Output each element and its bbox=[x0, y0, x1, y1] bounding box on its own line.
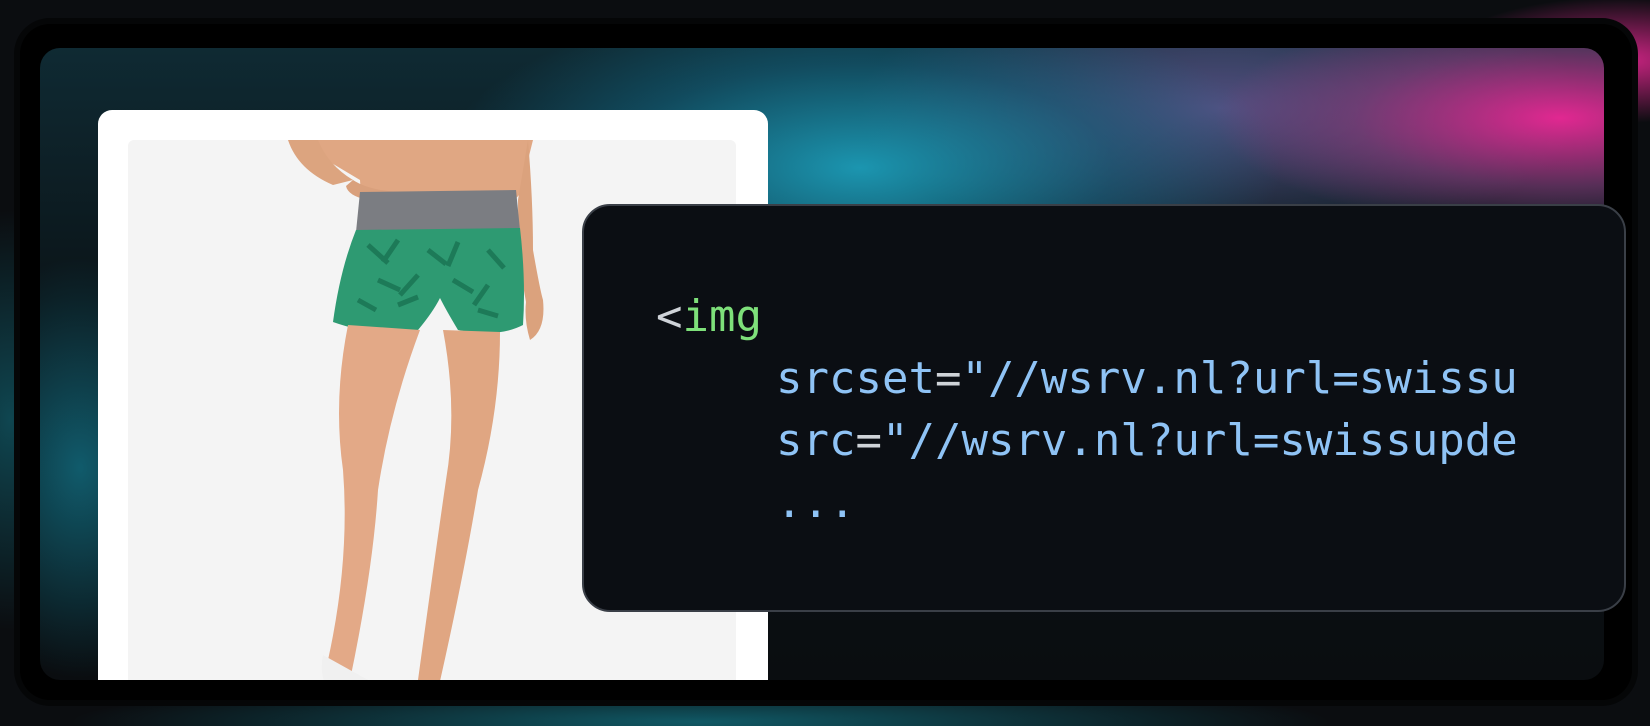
code-block: <img srcset="//wsrv.nl?url=swissu src="/… bbox=[656, 286, 1518, 534]
code-ellipsis: ... bbox=[776, 477, 856, 528]
code-open-bracket: < bbox=[656, 291, 683, 342]
code-equals: = bbox=[855, 415, 882, 466]
code-tag-name: img bbox=[682, 291, 762, 342]
code-equals: = bbox=[934, 353, 962, 404]
code-srcset-attr: srcset bbox=[776, 353, 935, 404]
code-snippet-card: <img srcset="//wsrv.nl?url=swissu src="/… bbox=[582, 204, 1626, 612]
code-src-value: "//wsrv.nl?url=swissupde bbox=[881, 415, 1518, 466]
code-src-attr: src bbox=[776, 415, 856, 466]
code-srcset-value: "//wsrv.nl?url=swissu bbox=[961, 353, 1518, 404]
